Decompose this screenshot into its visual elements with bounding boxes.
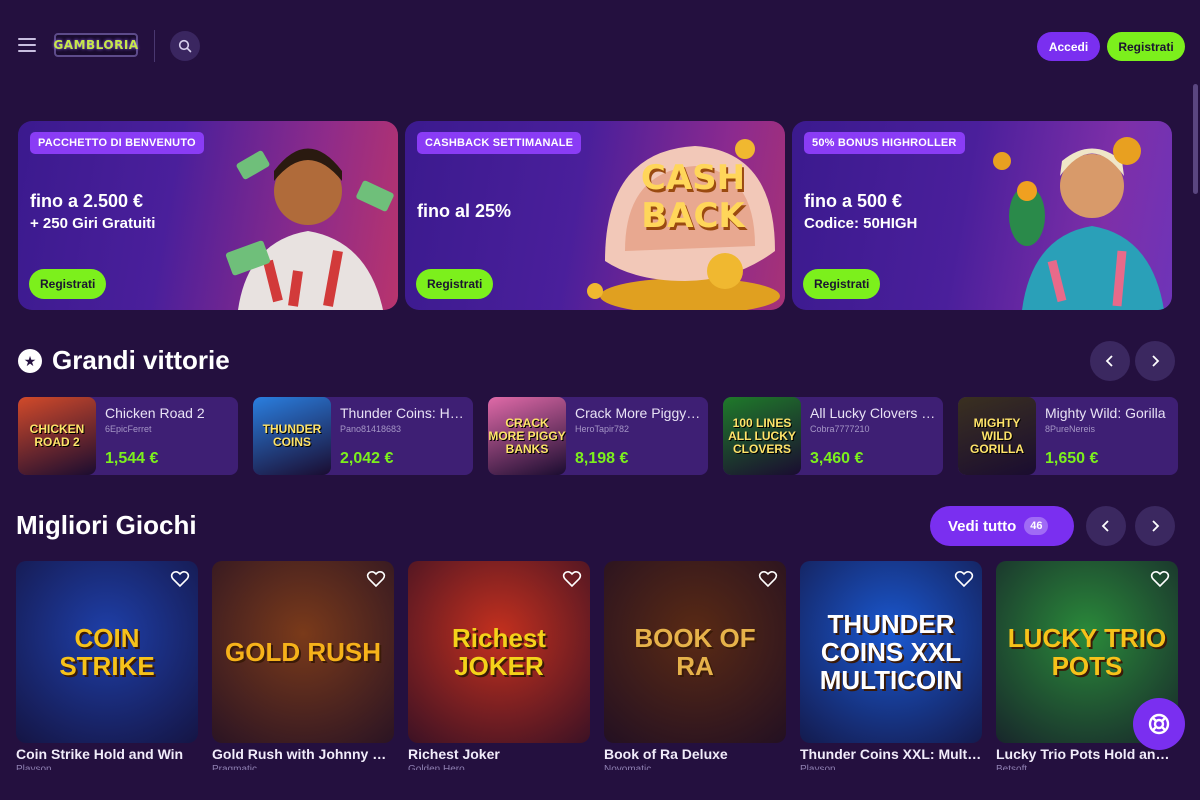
scrollbar[interactable] (1193, 84, 1198, 194)
heart-icon[interactable] (954, 569, 974, 589)
big-win-card[interactable]: CHICKEN ROAD 2 Chicken Road 2 6EpicFerret 1… (18, 397, 238, 475)
game-thumbnail: THUNDER COINS (253, 397, 331, 475)
menu-icon[interactable] (18, 38, 36, 52)
promo-character-illustration (225, 148, 394, 310)
big-wins-next-button[interactable] (1135, 341, 1175, 381)
game-title[interactable]: Book of Ra Deluxe (604, 746, 786, 762)
chevron-right-icon (1152, 355, 1160, 367)
promo-banner-welcome[interactable]: PACCHETTO DI BENVENUTO fino a 2.500 € + … (18, 121, 398, 310)
top-games-prev-button[interactable] (1086, 506, 1126, 546)
big-win-card[interactable]: 100 LINES ALL LUCKY CLOVERS All Lucky Clo… (723, 397, 943, 475)
big-win-card[interactable]: MIGHTY WILD GORILLA Mighty Wild: Gorilla 8… (958, 397, 1178, 475)
game-tile[interactable]: THUNDER COINS XXL MULTICOIN (800, 561, 982, 743)
game-provider: Playson (800, 764, 836, 770)
star-icon: ★ (18, 349, 42, 373)
win-amount: 1,544 € (105, 450, 159, 467)
view-all-count-badge: 46 (1024, 517, 1049, 535)
game-thumbnail: CRACK MORE PIGGY BANKS (488, 397, 566, 475)
header: GAMBLORIA Accedi Registrati (0, 0, 1200, 92)
win-amount: 8,198 € (575, 450, 629, 467)
heart-icon[interactable] (366, 569, 386, 589)
game-tile[interactable]: Richest JOKER (408, 561, 590, 743)
win-username: Cobra7777210 (810, 424, 870, 434)
game-tile[interactable]: COIN STRIKE (16, 561, 198, 743)
big-wins-title: Grandi vittorie (52, 345, 230, 375)
login-button[interactable]: Accedi (1037, 32, 1100, 61)
promo-register-button[interactable]: Registrati (29, 269, 107, 299)
big-wins-prev-button[interactable] (1090, 341, 1130, 381)
heart-icon[interactable] (758, 569, 778, 589)
chevron-left-icon (1105, 355, 1113, 367)
chevron-right-icon (1152, 520, 1160, 532)
promo-subline: + 250 Giri Gratuiti (30, 215, 156, 232)
game-provider: Pragmatic (212, 764, 258, 770)
promo-banner-highroller[interactable]: 50% BONUS HIGHROLLER fino a 500 € Codice… (792, 121, 1172, 310)
big-win-card[interactable]: CRACK MORE PIGGY BANKS Crack More Piggy B… (488, 397, 708, 475)
logo[interactable]: GAMBLORIA (53, 33, 138, 57)
game-title[interactable]: Thunder Coins XXL: Multicoin (800, 746, 982, 762)
win-amount: 3,460 € (810, 450, 864, 467)
promo-headline: fino a 500 € (804, 191, 903, 211)
promo-character-illustration (993, 137, 1164, 310)
promo-headline: fino al 25% (417, 201, 512, 221)
search-button[interactable] (170, 31, 200, 61)
cashback-art-word: BACK (641, 196, 745, 236)
win-game-name: Crack More Piggy Banks (575, 405, 703, 421)
promo-headline: fino a 2.500 € (30, 191, 144, 211)
promo-tag: CASHBACK SETTIMANALE (417, 132, 582, 154)
game-thumbnail: CHICKEN ROAD 2 (18, 397, 96, 475)
cashback-art-text: CASH BACK (623, 159, 763, 235)
promo-register-button[interactable]: Registrati (416, 269, 494, 299)
top-games-title: Migliori Giochi (16, 510, 197, 540)
view-all-label: Vedi tutto (948, 517, 1017, 535)
heart-icon[interactable] (562, 569, 582, 589)
win-amount: 1,650 € (1045, 450, 1099, 467)
big-win-card[interactable]: THUNDER COINS Thunder Coins: Hold and Win… (253, 397, 473, 475)
promo-subline: Codice: 50HIGH (804, 215, 918, 232)
top-games-next-button[interactable] (1135, 506, 1175, 546)
game-tile[interactable]: GOLD RUSH (212, 561, 394, 743)
promo-tag: PACCHETTO DI BENVENUTO (30, 132, 204, 154)
game-title[interactable]: Coin Strike Hold and Win (16, 746, 198, 762)
view-all-button[interactable]: Vedi tutto 46 (930, 506, 1074, 546)
game-title[interactable]: Richest Joker (408, 746, 590, 762)
win-game-name: Chicken Road 2 (105, 405, 205, 421)
game-title[interactable]: Gold Rush with Johnny Cash (212, 746, 394, 762)
promo-tag: 50% BONUS HIGHROLLER (804, 132, 965, 154)
header-divider (154, 30, 155, 62)
win-game-name: All Lucky Clovers 100 (810, 405, 938, 421)
game-tile[interactable]: BOOK OF RA (604, 561, 786, 743)
game-provider: Betsoft (996, 764, 1028, 770)
game-thumbnail: 100 LINES ALL LUCKY CLOVERS (723, 397, 801, 475)
game-thumbnail: MIGHTY WILD GORILLA (958, 397, 1036, 475)
register-button[interactable]: Registrati (1107, 32, 1185, 61)
search-icon (178, 39, 192, 53)
game-provider: Novomatic (604, 764, 652, 770)
win-username: HeroTapir782 (575, 424, 630, 434)
win-username: 8PureNereis (1045, 424, 1096, 434)
win-game-name: Mighty Wild: Gorilla (1045, 405, 1166, 421)
win-username: Pano81418683 (340, 424, 402, 434)
win-username: 6EpicFerret (105, 424, 152, 434)
cashback-art-word: CASH (640, 158, 746, 198)
win-game-name: Thunder Coins: Hold and Win (340, 405, 468, 421)
promo-register-button[interactable]: Registrati (803, 269, 881, 299)
lifebuoy-icon (1148, 713, 1170, 735)
heart-icon[interactable] (170, 569, 190, 589)
win-amount: 2,042 € (340, 450, 394, 467)
game-provider: Playson (16, 764, 52, 770)
chevron-left-icon (1101, 520, 1109, 532)
heart-icon[interactable] (1150, 569, 1170, 589)
support-chat-button[interactable] (1133, 698, 1185, 750)
game-provider: Golden Hero (408, 764, 465, 770)
promo-banner-cashback[interactable]: CASH BACK CASHBACK SETTIMANALE fino al 2… (405, 121, 785, 310)
